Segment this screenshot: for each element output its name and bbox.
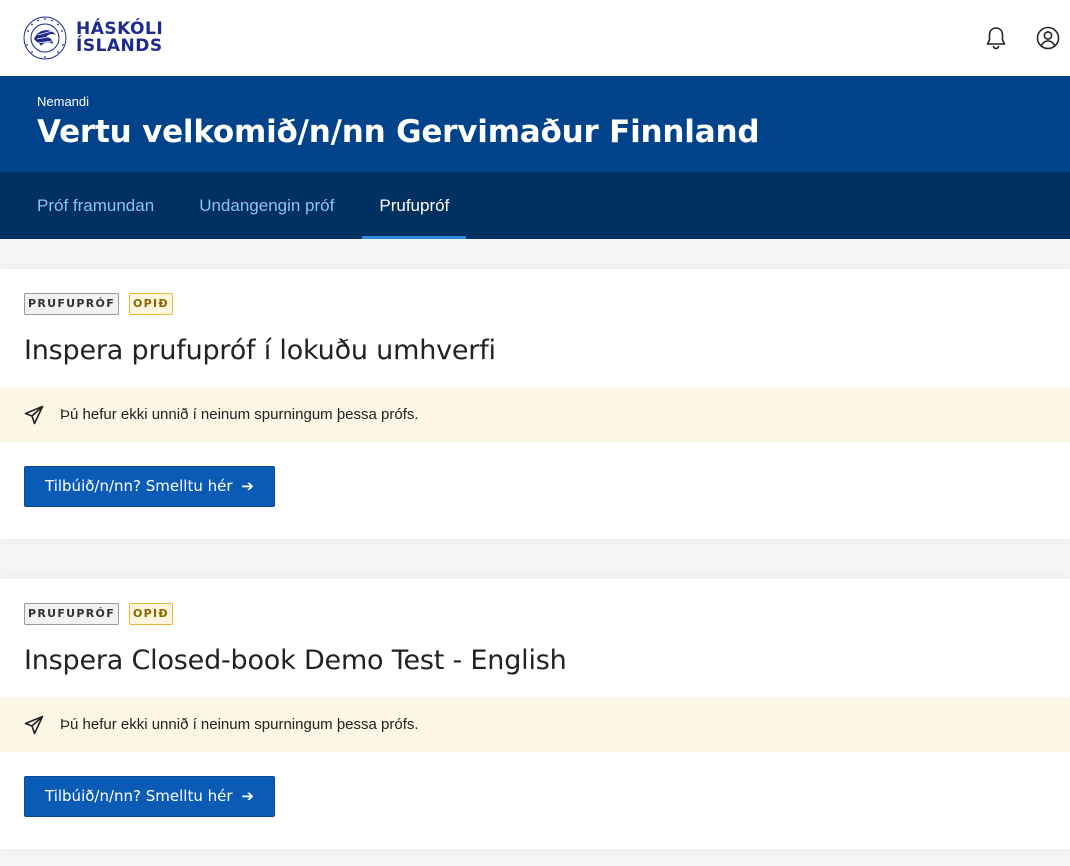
tab-bar: Próf framundan Undangengin próf Prufupró… bbox=[0, 172, 1070, 239]
paper-plane-icon bbox=[24, 715, 44, 734]
tab-upcoming-exams[interactable]: Próf framundan bbox=[20, 172, 171, 239]
exam-notice-text: Þú hefur ekki unnið í neinum spurningum … bbox=[60, 716, 419, 733]
open-status-badge: OPIÐ bbox=[129, 603, 173, 625]
arrow-right-icon: ➔ bbox=[241, 787, 254, 805]
account-button[interactable] bbox=[1034, 24, 1062, 52]
practice-exam-badge: PRUFUPRÓF bbox=[24, 603, 120, 625]
user-role: Nemandi bbox=[37, 94, 90, 109]
start-exam-button[interactable]: Tilbúið/n/nn? Smelltu hér ➔ bbox=[24, 776, 275, 817]
brand-line-2: ÍSLANDS bbox=[76, 36, 163, 56]
practice-exam-badge: PRUFUPRÓF bbox=[24, 293, 120, 315]
user-circle-icon bbox=[1036, 26, 1060, 50]
start-exam-button-label: Tilbúið/n/nn? Smelltu hér bbox=[45, 477, 233, 495]
open-status-badge: OPIÐ bbox=[129, 293, 173, 315]
bell-icon bbox=[986, 27, 1006, 50]
exam-list: PRUFUPRÓF OPIÐ Inspera prufupróf í lokuð… bbox=[0, 239, 1070, 849]
university-seal-icon bbox=[23, 16, 67, 60]
start-exam-button[interactable]: Tilbúið/n/nn? Smelltu hér ➔ bbox=[24, 466, 275, 507]
university-logo[interactable]: HÁSKÓLI ÍSLANDS bbox=[22, 15, 163, 61]
exam-notice-text: Þú hefur ekki unnið í neinum spurningum … bbox=[60, 406, 419, 423]
exam-notice: Þú hefur ekki unnið í neinum spurningum … bbox=[0, 387, 1070, 442]
exam-title: Inspera Closed-book Demo Test - English bbox=[24, 645, 567, 676]
notifications-button[interactable] bbox=[982, 24, 1010, 52]
exam-card: PRUFUPRÓF OPIÐ Inspera prufupróf í lokuð… bbox=[0, 269, 1070, 539]
paper-plane-icon bbox=[24, 405, 44, 424]
tab-past-exams[interactable]: Undangengin próf bbox=[182, 172, 351, 239]
exam-notice: Þú hefur ekki unnið í neinum spurningum … bbox=[0, 697, 1070, 752]
page-title: Vertu velkomið/n/nn Gervimaður Finnland bbox=[37, 114, 760, 150]
start-exam-button-label: Tilbúið/n/nn? Smelltu hér bbox=[45, 787, 233, 805]
welcome-header: Nemandi Vertu velkomið/n/nn Gervimaður F… bbox=[0, 76, 1070, 172]
arrow-right-icon: ➔ bbox=[241, 477, 254, 495]
tab-practice-exams[interactable]: Prufupróf bbox=[362, 172, 467, 239]
exam-title: Inspera prufupróf í lokuðu umhverfi bbox=[24, 335, 496, 366]
top-bar: HÁSKÓLI ÍSLANDS bbox=[0, 0, 1070, 76]
exam-card: PRUFUPRÓF OPIÐ Inspera Closed-book Demo … bbox=[0, 579, 1070, 849]
university-name: HÁSKÓLI ÍSLANDS bbox=[76, 21, 163, 55]
